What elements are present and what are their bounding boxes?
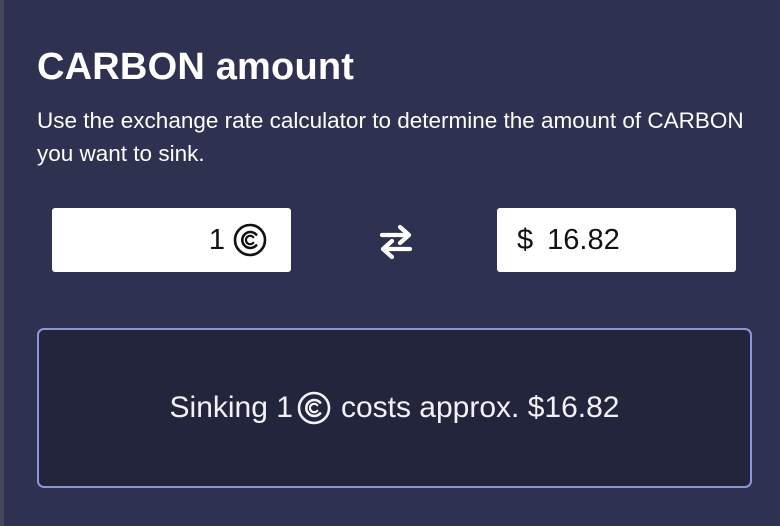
summary-price: $16.82	[527, 391, 620, 424]
carbon-token-icon	[233, 223, 267, 257]
usd-amount-input[interactable]: $ 16.82	[497, 208, 736, 272]
summary-spacer	[519, 391, 527, 425]
currency-symbol: $	[517, 223, 534, 256]
cost-summary-box: Sinking 1 costs approx. $16.82	[37, 328, 752, 488]
swap-arrows-icon[interactable]	[374, 220, 418, 264]
carbon-amount-value: 1	[208, 224, 225, 256]
carbon-amount-input[interactable]: 1	[52, 208, 291, 272]
usd-amount-value: 16.82	[547, 224, 620, 256]
carbon-token-icon	[297, 391, 331, 425]
description-text: Use the exchange rate calculator to dete…	[37, 108, 744, 166]
carbon-amount-panel: CARBON amount Use the exchange rate calc…	[0, 0, 780, 526]
page-title: CARBON amount	[37, 46, 355, 88]
summary-prefix: Sinking 1	[169, 391, 293, 424]
summary-suffix: costs approx.	[340, 391, 520, 424]
